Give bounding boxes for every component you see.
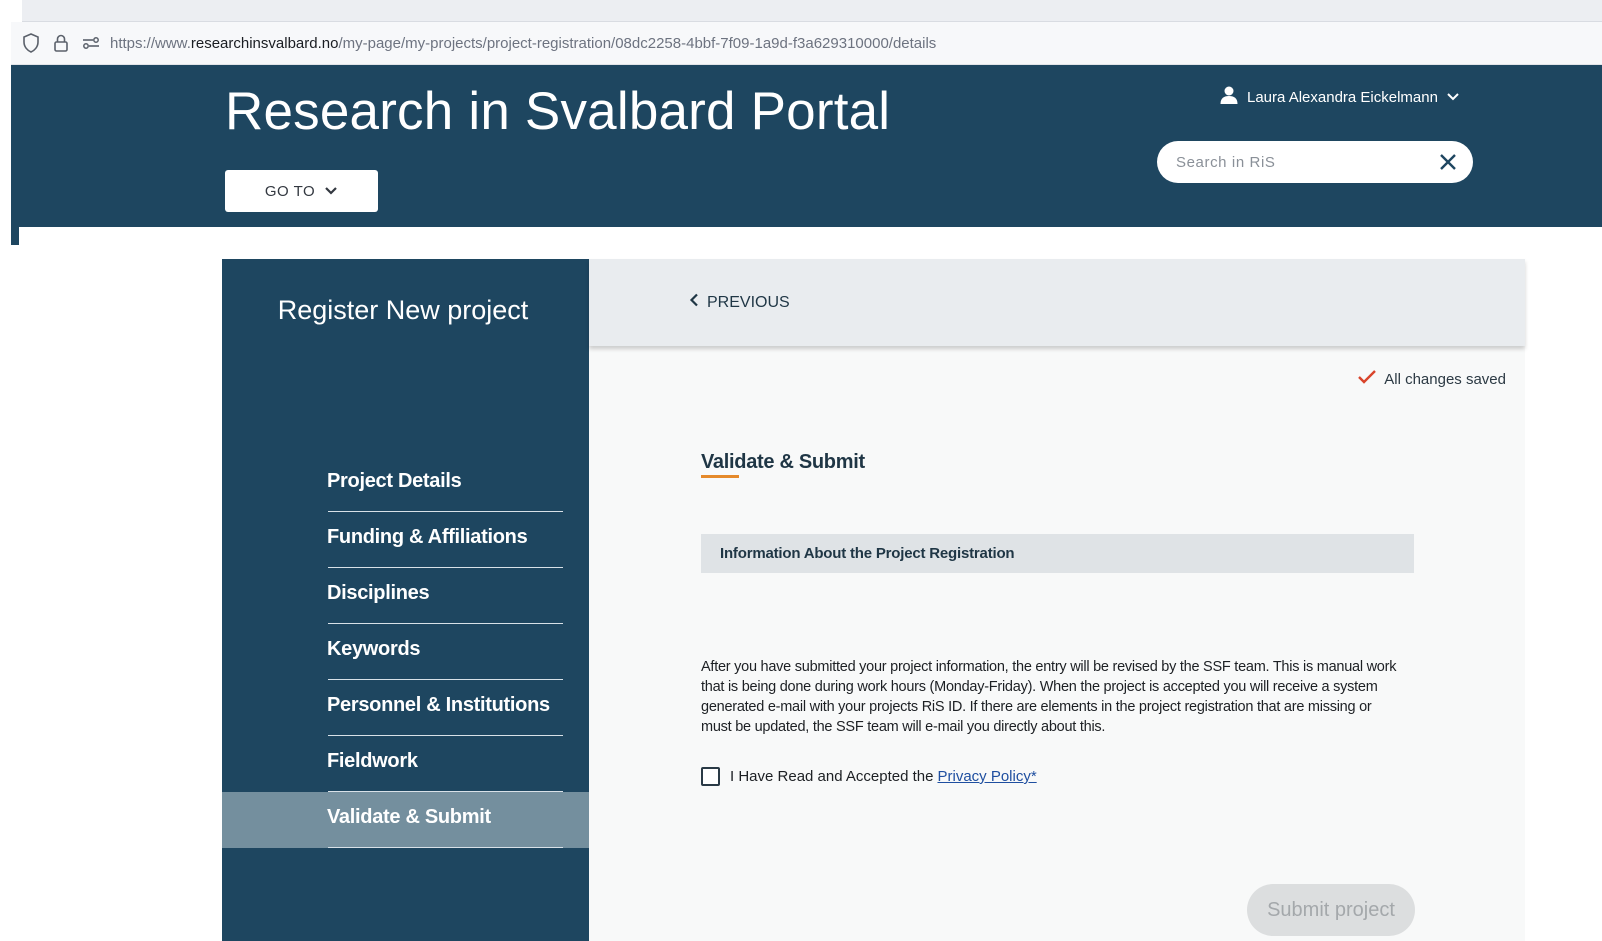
title-underline	[701, 475, 739, 478]
sidebar-item-personnel-institutions[interactable]: Personnel & Institutions	[222, 680, 589, 736]
save-status: All changes saved	[1357, 369, 1506, 389]
registration-steps-nav: Project Details Funding & Affiliations D…	[222, 456, 589, 848]
sidebar-item-label: Fieldwork	[327, 750, 418, 772]
header-edge	[11, 227, 19, 245]
previous-button[interactable]: PREVIOUS	[689, 293, 790, 312]
consent-text: I Have Read and Accepted the	[730, 768, 934, 785]
browser-address-bar[interactable]: https://www.researchinsvalbard.no/my-pag…	[11, 22, 1602, 65]
site-header: Research in Svalbard Portal GO TO Laura …	[11, 65, 1602, 227]
url-text[interactable]: https://www.researchinsvalbard.no/my-pag…	[110, 35, 936, 52]
shield-icon[interactable]	[20, 32, 42, 54]
search-input[interactable]	[1176, 153, 1435, 171]
goto-menu-button[interactable]: GO TO	[225, 170, 378, 212]
sidebar-title: Register New project	[277, 295, 529, 325]
privacy-consent: I Have Read and Accepted the Privacy Poli…	[701, 767, 1037, 786]
chevron-down-icon	[324, 183, 338, 200]
info-heading-bar: Information About the Project Registrati…	[701, 534, 1414, 573]
search-box	[1157, 141, 1473, 183]
sidebar-item-validate-submit[interactable]: Validate & Submit	[222, 792, 589, 848]
sidebar-item-project-details[interactable]: Project Details	[222, 456, 589, 512]
chevron-down-icon	[1446, 89, 1460, 106]
chevron-left-icon	[689, 293, 699, 312]
consent-label: I Have Read and Accepted the Privacy Poli…	[730, 768, 1037, 785]
user-icon	[1219, 85, 1239, 109]
submit-project-button[interactable]: Submit project	[1247, 884, 1415, 936]
registration-sidebar: Register New project Project Details Fun…	[222, 259, 589, 941]
site-title[interactable]: Research in Svalbard Portal	[225, 81, 890, 142]
step-navigation-bar: PREVIOUS	[589, 259, 1525, 346]
info-paragraph: After you have submitted your project in…	[701, 659, 1397, 735]
url-domain: researchinsvalbard.no	[190, 34, 339, 52]
info-heading: Information About the Project Registrati…	[720, 545, 1015, 562]
divider	[328, 846, 563, 848]
sidebar-item-label: Personnel & Institutions	[327, 694, 550, 716]
sidebar-item-keywords[interactable]: Keywords	[222, 624, 589, 680]
sidebar-item-fieldwork[interactable]: Fieldwork	[222, 736, 589, 792]
close-icon[interactable]	[1435, 149, 1461, 175]
save-status-text: All changes saved	[1384, 370, 1506, 388]
sidebar-item-label: Funding & Affiliations	[327, 526, 528, 548]
sidebar-item-label: Validate & Submit	[327, 806, 491, 828]
site-permissions-icon[interactable]	[80, 32, 102, 54]
goto-label: GO TO	[264, 182, 316, 200]
sidebar-item-disciplines[interactable]: Disciplines	[222, 568, 589, 624]
url-prefix: https://www.	[110, 34, 191, 52]
privacy-policy-link[interactable]: Privacy Policy*	[937, 768, 1036, 785]
sidebar-item-funding-affiliations[interactable]: Funding & Affiliations	[222, 512, 589, 568]
user-name: Laura Alexandra Eickelmann	[1247, 88, 1438, 106]
sidebar-item-label: Disciplines	[327, 582, 430, 604]
sidebar-item-label: Project Details	[327, 470, 462, 492]
browser-tab-strip	[22, 0, 1602, 22]
privacy-policy-checkbox[interactable]	[701, 767, 720, 786]
checkmark-icon	[1357, 369, 1377, 389]
url-path: /my-page/my-projects/project-registratio…	[338, 34, 937, 52]
user-menu[interactable]: Laura Alexandra Eickelmann	[1219, 85, 1460, 109]
sidebar-item-label: Keywords	[327, 638, 421, 660]
main-panel: PREVIOUS All changes saved Validate & Su…	[589, 259, 1525, 941]
page-title: Validate & Submit	[701, 451, 865, 473]
lock-icon[interactable]	[50, 32, 72, 54]
previous-label: PREVIOUS	[707, 293, 790, 311]
